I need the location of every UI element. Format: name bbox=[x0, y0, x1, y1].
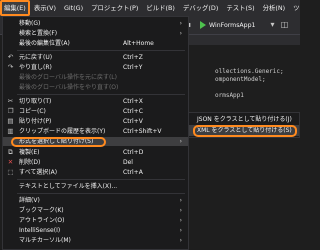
menu-item-insert-file-as-text[interactable]: テキストとしてファイルを挿入(X)... bbox=[3, 182, 188, 191]
toolbar-icon[interactable]: ◫ bbox=[280, 20, 289, 29]
menu-item-duplicate[interactable]: ⧉ 複製(E) Ctrl+D bbox=[3, 148, 188, 157]
menu-view[interactable]: 表示(V) bbox=[30, 0, 60, 16]
menu-item-bookmarks[interactable]: ブックマーク(K) › bbox=[3, 206, 188, 215]
submenu-item-paste-json-as-classes[interactable]: JSON をクラスとして貼り付ける(J) bbox=[189, 114, 299, 125]
menu-item-outlining[interactable]: アウトライン(O) › bbox=[3, 216, 188, 225]
menu-tools[interactable]: ツール(T) bbox=[289, 0, 300, 16]
submenu-arrow-icon: › bbox=[179, 207, 182, 214]
submenu-arrow-icon: › bbox=[179, 30, 182, 37]
menu-item-multi-caret[interactable]: マルチカーソル(M) › bbox=[3, 236, 188, 245]
menu-build[interactable]: ビルド(B) bbox=[142, 0, 179, 16]
menu-edit[interactable]: 編集(E) bbox=[0, 0, 30, 16]
paste-special-submenu: JSON をクラスとして貼り付ける(J) XML をクラスとして貼り付ける(S) bbox=[188, 112, 300, 138]
duplicate-icon: ⧉ bbox=[8, 148, 13, 156]
menu-item-last-edit-location[interactable]: 最後の編集位置(A) Alt+Home bbox=[3, 39, 188, 48]
menu-separator bbox=[17, 50, 185, 51]
menu-separator bbox=[17, 193, 185, 194]
submenu-arrow-icon: › bbox=[179, 138, 182, 145]
delete-x-icon: ✕ bbox=[7, 158, 14, 166]
start-debug-button[interactable]: WinFormsApp1 bbox=[200, 19, 255, 31]
menu-item-find-replace[interactable]: 検索と置換(F) › bbox=[3, 29, 188, 38]
play-icon bbox=[200, 21, 206, 29]
menu-debug[interactable]: デバッグ(D) bbox=[179, 0, 222, 16]
submenu-arrow-icon: › bbox=[179, 237, 182, 244]
undo-icon: ↶ bbox=[7, 53, 14, 61]
submenu-arrow-icon: › bbox=[179, 217, 182, 224]
menu-test[interactable]: テスト(S) bbox=[222, 0, 258, 16]
dropdown-chevron-icon[interactable]: ▾ bbox=[268, 20, 277, 29]
code-line: ollections.Generic; bbox=[215, 68, 284, 75]
menu-item-goto[interactable]: 移動(G) › bbox=[3, 19, 188, 28]
menu-item-redo[interactable]: ↷ やり直し(R) Ctrl+Y bbox=[3, 63, 188, 72]
menu-item-delete[interactable]: ✕ 削除(D) Del bbox=[3, 158, 188, 167]
menu-item-select-all[interactable]: ⬚ すべて選択(A) Ctrl+A bbox=[3, 168, 188, 177]
submenu-arrow-icon: › bbox=[179, 197, 182, 204]
menu-item-redo-global[interactable]: 最後のグローバル操作をやり直す(O) bbox=[3, 83, 188, 92]
menu-item-clipboard-history[interactable]: ▥ クリップボードの履歴を表示(Y) Ctrl+Shift+V bbox=[3, 127, 188, 136]
paste-icon: ▤ bbox=[7, 117, 14, 125]
select-all-icon: ⬚ bbox=[7, 168, 14, 176]
redo-icon: ↷ bbox=[7, 63, 14, 71]
run-target-label: WinFormsApp1 bbox=[209, 21, 256, 29]
edit-menu-dropdown: 移動(G) › 検索と置換(F) › 最後の編集位置(A) Alt+Home ↶… bbox=[2, 16, 189, 250]
menu-separator bbox=[17, 179, 185, 180]
copy-icon: ❐ bbox=[7, 107, 14, 115]
menu-bar: 編集(E) 表示(V) Git(G) プロジェクト(P) ビルド(B) デバッグ… bbox=[0, 0, 300, 16]
submenu-arrow-icon: › bbox=[179, 20, 182, 27]
visual-studio-window: 編集(E) 表示(V) Git(G) プロジェクト(P) ビルド(B) デバッグ… bbox=[0, 0, 300, 250]
highlight-frame-paste-xml bbox=[193, 125, 297, 137]
submenu-arrow-icon: › bbox=[179, 227, 182, 234]
menu-item-intellisense[interactable]: IntelliSense(I) › bbox=[3, 226, 188, 235]
menu-separator bbox=[17, 94, 185, 95]
menu-item-undo-global[interactable]: 最後のグローバル操作を元に戻す(L) bbox=[3, 73, 188, 82]
menu-item-cut[interactable]: ✂ 切り取り(T) Ctrl+X bbox=[3, 97, 188, 106]
code-line: omponentModel; bbox=[215, 76, 266, 83]
menu-git[interactable]: Git(G) bbox=[60, 0, 87, 16]
menu-item-paste-special[interactable]: 形式を選択して貼り付け(S) › bbox=[3, 137, 188, 146]
menu-analyze[interactable]: 分析(N) bbox=[259, 0, 290, 16]
code-line: ormsApp1 bbox=[215, 92, 244, 99]
menu-item-undo[interactable]: ↶ 元に戻す(U) Ctrl+Z bbox=[3, 53, 188, 62]
menu-item-paste[interactable]: ▤ 貼り付け(P) Ctrl+V bbox=[3, 117, 188, 126]
clipboard-icon: ▥ bbox=[7, 127, 14, 135]
scissors-icon: ✂ bbox=[7, 97, 14, 105]
menu-item-copy[interactable]: ❐ コピー(C) Ctrl+C bbox=[3, 107, 188, 116]
menu-item-advanced[interactable]: 詳細(V) › bbox=[3, 196, 188, 205]
menu-project[interactable]: プロジェクト(P) bbox=[87, 0, 142, 16]
